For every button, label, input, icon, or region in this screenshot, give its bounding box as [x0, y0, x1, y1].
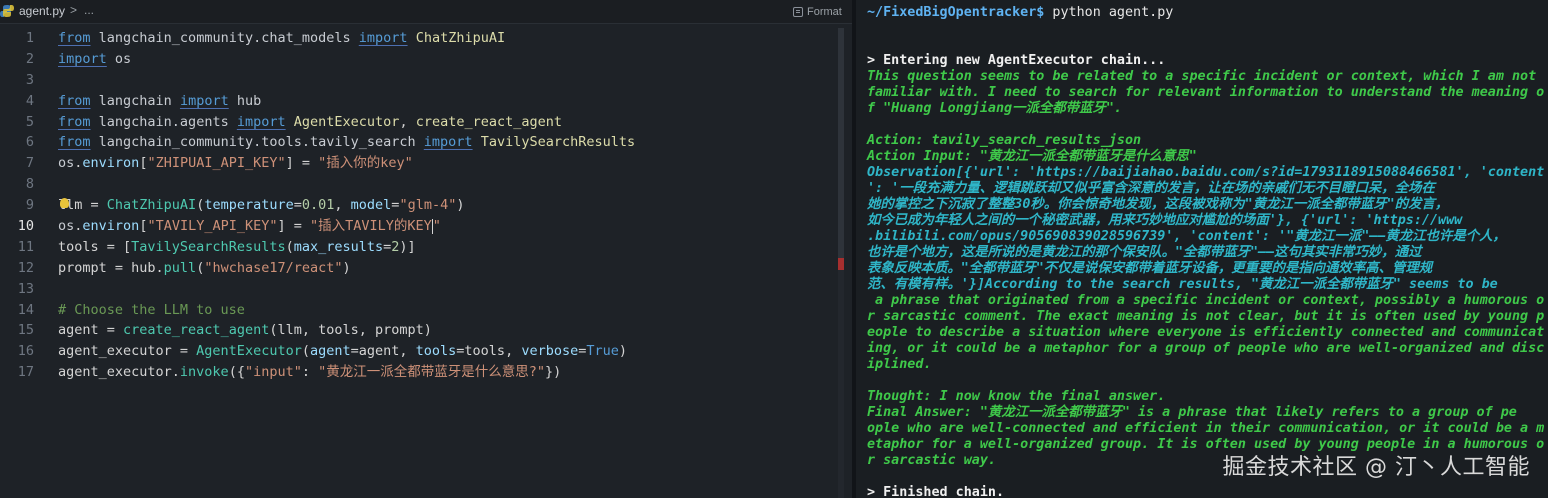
- code-line[interactable]: 2 import os: [0, 49, 840, 70]
- line-number: 14: [17, 301, 34, 318]
- code-text: from langchain.agents import AgentExecut…: [58, 113, 563, 130]
- code-text: agent_executor = AgentExecutor(agent=age…: [58, 343, 628, 360]
- code-text: from langchain import hub: [58, 92, 262, 109]
- terminal-pane[interactable]: ~/FixedBigOpentracker$ python agent.py >…: [856, 0, 1548, 498]
- terminal-line: ing, or it could be a metaphor for a gro…: [867, 341, 1545, 356]
- line-number: 10: [17, 218, 34, 235]
- code-text: import os: [58, 50, 132, 67]
- breadcrumb-more[interactable]: ...: [84, 3, 94, 17]
- terminal-line: r sarcastic comment. The exact meaning i…: [867, 309, 1545, 324]
- terminal-line: Observation[{'url': 'https://baijiahao.b…: [867, 165, 1545, 180]
- code-line[interactable]: 11 tools = [TavilySearchResults(max_resul…: [0, 237, 840, 258]
- line-number: 17: [17, 364, 34, 381]
- code-lines[interactable]: 1 from langchain_community.chat_models im…: [0, 28, 840, 383]
- tab-filename[interactable]: agent.py: [19, 4, 65, 18]
- line-number: 12: [17, 259, 34, 276]
- terminal-line: ': '一段充满力量、逻辑跳跃却又似乎富含深意的发言，让在场的亲戚们无不目瞪口呆…: [867, 181, 1435, 196]
- line-number: 5: [25, 113, 34, 130]
- terminal-line: Final Answer: "黄龙江一派全都带蓝牙" is a phrase t…: [867, 405, 1517, 420]
- watermark: 掘金技术社区 @ 汀丶人工智能: [1222, 455, 1530, 480]
- format-button[interactable]: Format: [793, 4, 842, 20]
- code-line[interactable]: 9 llm = ChatZhipuAI(temperature=0.01, mod…: [0, 195, 840, 216]
- line-number: 13: [17, 280, 34, 297]
- code-line[interactable]: 6 from langchain_community.tools.tavily_s…: [0, 132, 840, 153]
- terminal-line: This question seems to be related to a s…: [867, 69, 1537, 84]
- terminal-line: 也许是个地方，这是所说的是黄龙江的那个保安队。"全都带蓝牙"——这句其实非常巧妙…: [867, 245, 1422, 260]
- code-line[interactable]: 15 agent = create_react_agent(llm, tools,…: [0, 320, 840, 341]
- code-text: from langchain_community.chat_models imp…: [58, 30, 506, 46]
- line-number: 2: [25, 50, 34, 67]
- terminal-line: familiar with. I need to search for rele…: [867, 85, 1545, 100]
- code-line[interactable]: 17 agent_executor.invoke({"input": "黄龙江一派…: [0, 362, 840, 383]
- format-icon: [793, 7, 803, 17]
- terminal-line: > Entering new AgentExecutor chain...: [867, 53, 1166, 68]
- code-text: llm = ChatZhipuAI(temperature=0.01, mode…: [58, 197, 465, 214]
- code-line[interactable]: 5 from langchain.agents import AgentExecu…: [0, 112, 840, 133]
- terminal-line: iplined.: [867, 357, 932, 372]
- code-text: # Choose the LLM to use: [58, 301, 245, 318]
- code-line[interactable]: 4 from langchain import hub: [0, 91, 840, 112]
- terminal-line: 范、有模有样。'}]According to the search result…: [867, 277, 1498, 292]
- code-editor[interactable]: agent.py > ... Format 1 from langchain_co…: [0, 0, 852, 498]
- line-number: 1: [25, 30, 34, 46]
- code-text: prompt = hub.pull("hwchase17/react"): [58, 259, 351, 276]
- terminal-line: Action Input: "黄龙江一派全都带蓝牙是什么意思": [867, 149, 1197, 164]
- line-number: 7: [25, 155, 34, 172]
- code-text: agent = create_react_agent(llm, tools, p…: [58, 322, 432, 339]
- line-number: 8: [25, 176, 34, 193]
- line-number: 3: [25, 71, 34, 88]
- prompt-command: python agent.py: [1044, 5, 1174, 20]
- error-marker: [838, 258, 844, 270]
- format-label: Format: [807, 6, 842, 18]
- code-line[interactable]: 13: [0, 279, 840, 300]
- breadcrumb-separator: >: [70, 3, 78, 17]
- code-line[interactable]: 7 os.environ["ZHIPUAI_API_KEY"] = "插入你的ke…: [0, 153, 840, 174]
- line-number: 6: [25, 134, 34, 151]
- terminal-line: eople to describe a situation where ever…: [867, 325, 1545, 340]
- line-number: 16: [17, 343, 34, 360]
- prompt-path: ~/FixedBigOpentracker$: [867, 5, 1045, 20]
- terminal-line: 表象反映本质。"全都带蓝牙"不仅是说保安都带着蓝牙设备，更重要的是指向通效率高、…: [867, 261, 1433, 276]
- terminal-line: f "Huang Longjiang一派全都带蓝牙".: [867, 101, 1122, 116]
- code-line[interactable]: 14 # Choose the LLM to use: [0, 300, 840, 321]
- terminal-line: ople who are well-connected and efficien…: [867, 421, 1545, 436]
- code-line[interactable]: 10 os.environ["TAVILY_API_KEY"] = "插入TAVI…: [0, 216, 840, 237]
- terminal-line: 如今已成为年轻人之间的一个秘密武器，用来巧妙地应对尴尬的场面'}, {'url'…: [867, 213, 1463, 228]
- code-line[interactable]: 8: [0, 174, 840, 195]
- editor-scroll-thumb[interactable]: [838, 28, 844, 258]
- line-number: 9: [25, 197, 34, 214]
- code-text: tools = [TavilySearchResults(max_results…: [58, 238, 416, 255]
- terminal-line: a phrase that originated from a specific…: [867, 293, 1545, 308]
- terminal-prompt: ~/FixedBigOpentracker$ python agent.py: [867, 5, 1173, 21]
- python-file-icon: [0, 5, 14, 17]
- code-text: from langchain_community.tools.tavily_se…: [58, 134, 636, 151]
- line-number: 4: [25, 92, 34, 109]
- code-line[interactable]: 3: [0, 70, 840, 91]
- terminal-line: > Finished chain.: [867, 485, 1005, 498]
- code-line[interactable]: 16 agent_executor = AgentExecutor(agent=a…: [0, 341, 840, 362]
- code-line[interactable]: 1 from langchain_community.chat_models im…: [0, 28, 840, 49]
- terminal-line: Thought: I now know the final answer.: [867, 389, 1166, 404]
- editor-tab-bar: agent.py > ... Format: [0, 0, 852, 24]
- line-number: 15: [17, 322, 34, 339]
- terminal-line: 她的掌控之下沉寂了整整30秒。你会惊奇地发现，这段被戏称为"黄龙江一派全都带蓝牙…: [867, 197, 1449, 212]
- lightbulb-icon[interactable]: [60, 198, 69, 209]
- code-text: os.environ["ZHIPUAI_API_KEY"] = "插入你的key…: [58, 155, 413, 172]
- terminal-line: .bilibili.com/opus/905690839028596739', …: [867, 229, 1506, 244]
- code-text: agent_executor.invoke({"input": "黄龙江一派全都…: [58, 364, 562, 381]
- code-line[interactable]: 12 prompt = hub.pull("hwchase17/react"): [0, 258, 840, 279]
- line-number: 11: [17, 238, 34, 255]
- code-text: os.environ["TAVILY_API_KEY"] = "插入TAVILY…: [58, 218, 441, 235]
- terminal-line: Action: tavily_search_results_json: [867, 133, 1142, 148]
- terminal-line: r sarcastic way.: [867, 453, 996, 468]
